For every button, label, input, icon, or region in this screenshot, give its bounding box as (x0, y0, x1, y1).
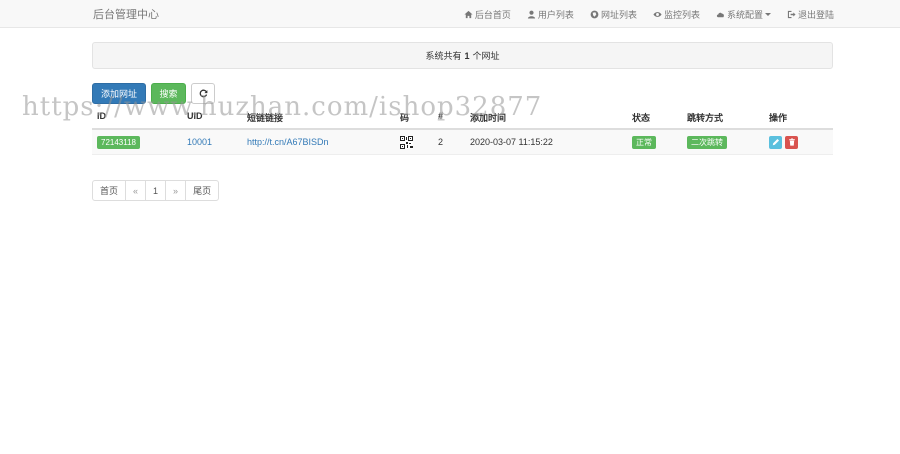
nav-item-logout[interactable]: 退出登陆 (787, 8, 834, 21)
table-header: ID UID 短链链接 码 # 添加时间 状态 跳转方式 操作 (92, 106, 833, 130)
summary-panel: 系统共有 1 个网址 (92, 42, 833, 69)
table-row: 72143118 10001 http://t.cn/A67BISDn 2 20… (92, 130, 833, 155)
nav-item-label: 用户列表 (537, 9, 574, 20)
redirect-badge: 二次跳转 (687, 135, 727, 149)
page-prev[interactable]: « (125, 180, 147, 201)
header-count: # (438, 111, 444, 121)
nav-item-label: 后台首页 (474, 9, 511, 20)
summary-suffix: 个网址 (472, 51, 500, 61)
trash-icon (788, 138, 795, 146)
added-time: 2020-03-07 11:15:22 (470, 137, 553, 147)
nav-item-label: 网址列表 (600, 9, 637, 20)
chevron-down-icon (764, 12, 771, 16)
header-actions: 操作 (769, 113, 788, 123)
id-badge: 72143118 (97, 135, 140, 149)
header-uid: UID (187, 111, 203, 121)
refresh-button[interactable] (191, 83, 215, 104)
qrcode-icon[interactable] (400, 135, 413, 149)
pagination: 首页 « 1 » 尾页 (92, 180, 220, 201)
user-icon (527, 10, 536, 19)
url-table: ID UID 短链链接 码 # 添加时间 状态 跳转方式 操作 72143118… (92, 106, 833, 155)
summary-prefix: 系统共有 (425, 51, 462, 61)
status-badge: 正常 (632, 135, 656, 149)
header-redirect: 跳转方式 (687, 113, 724, 123)
nav-item-settings[interactable]: 系统配置 (716, 8, 771, 21)
refresh-icon (199, 89, 207, 98)
delete-button[interactable] (785, 135, 798, 149)
globe-icon (590, 10, 599, 18)
header-added-time: 添加时间 (470, 113, 507, 123)
top-navbar: 后台管理中心 后台首页 用户列表 网址列表 监控列表 系统配置 退出登陆 (0, 0, 900, 28)
page-first[interactable]: 首页 (92, 180, 127, 201)
uid-link[interactable]: 10001 (187, 130, 212, 154)
cloud-icon (716, 12, 724, 17)
nav-item-urls[interactable]: 网址列表 (590, 8, 637, 21)
eye-icon (653, 11, 662, 17)
header-status: 状态 (632, 113, 651, 123)
pencil-icon (772, 138, 779, 146)
visit-count: 2 (438, 137, 444, 147)
page-current[interactable]: 1 (145, 180, 167, 201)
page-next[interactable]: » (165, 180, 187, 201)
nav-item-label: 系统配置 (726, 9, 763, 20)
nav-item-home[interactable]: 后台首页 (464, 8, 511, 21)
logout-icon (787, 10, 796, 18)
header-short-url: 短链链接 (247, 113, 284, 123)
header-id: ID (97, 111, 106, 121)
nav-item-label: 退出登陆 (797, 9, 834, 20)
nav-item-label: 监控列表 (663, 9, 700, 20)
nav-item-monitor[interactable]: 监控列表 (653, 8, 700, 21)
brand-title[interactable]: 后台管理中心 (93, 6, 159, 22)
short-url-link[interactable]: http://t.cn/A67BISDn (247, 130, 329, 154)
header-qrcode: 码 (400, 113, 410, 123)
edit-button[interactable] (769, 135, 782, 149)
nav-item-users[interactable]: 用户列表 (527, 8, 574, 21)
add-url-button[interactable]: 添加网址 (92, 83, 146, 104)
home-icon (464, 10, 473, 18)
nav-menu: 后台首页 用户列表 网址列表 监控列表 系统配置 退出登陆 (448, 0, 834, 28)
page-last[interactable]: 尾页 (185, 180, 220, 201)
search-button[interactable]: 搜索 (151, 83, 186, 104)
summary-count: 1 (464, 50, 470, 61)
